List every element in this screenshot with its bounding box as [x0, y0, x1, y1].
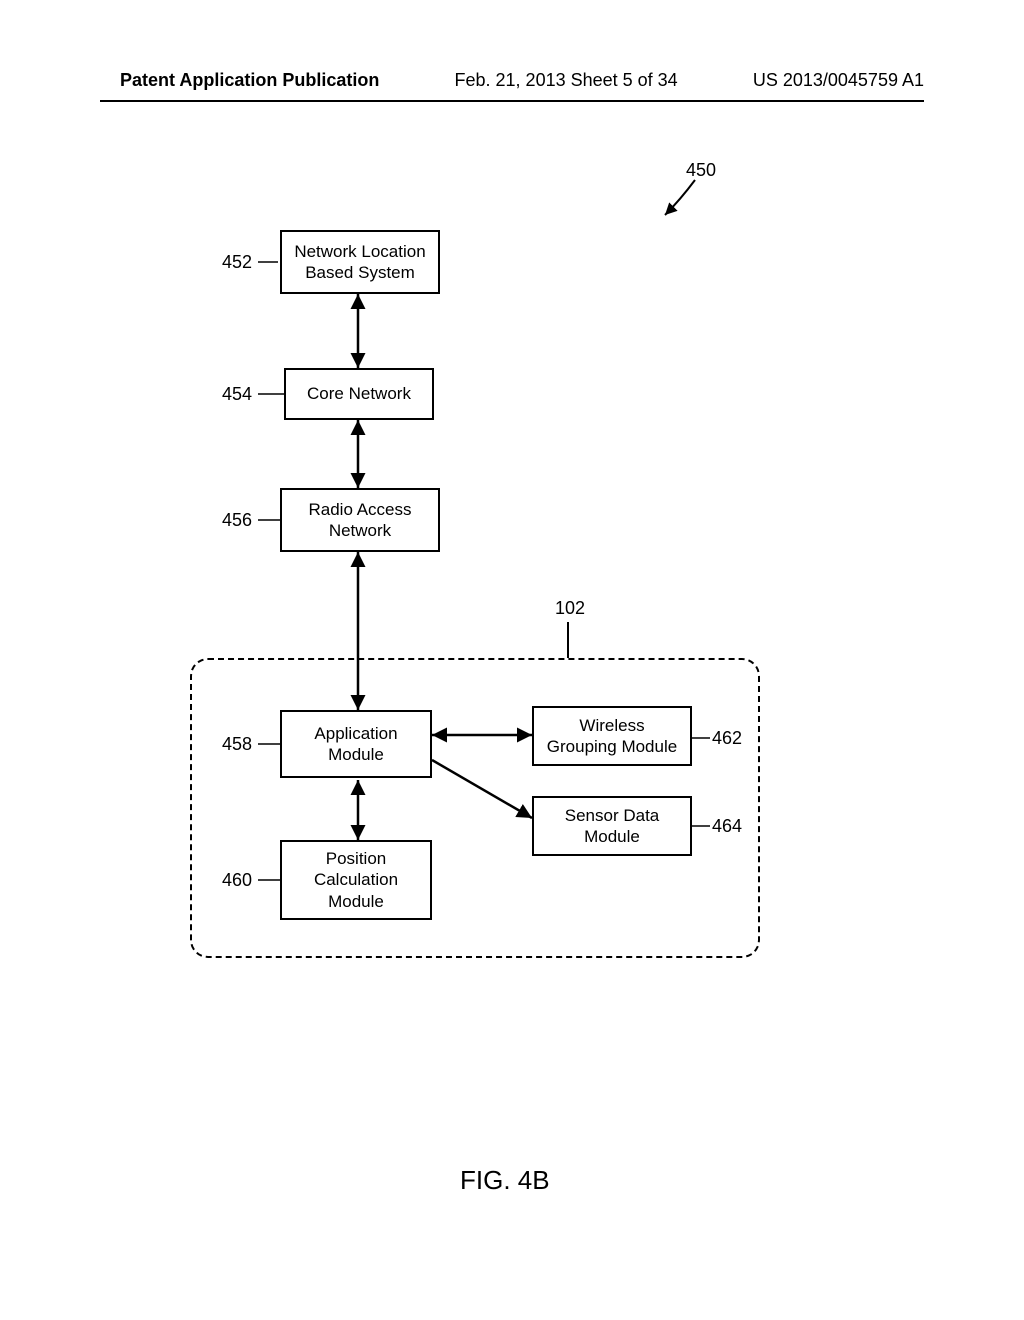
block-ref-458: 458 — [222, 734, 252, 755]
block-sensor-data: Sensor Data Module — [532, 796, 692, 856]
block-text: Radio Access — [309, 499, 412, 520]
block-ref-460: 460 — [222, 870, 252, 891]
block-text: Application — [314, 723, 397, 744]
block-text: Module — [584, 826, 640, 847]
block-text: Core Network — [307, 383, 411, 404]
block-wireless-grouping: Wireless Grouping Module — [532, 706, 692, 766]
header-rule — [100, 100, 924, 102]
block-ref-464: 464 — [712, 816, 742, 837]
block-text: Based System — [305, 262, 415, 283]
diagram-area: 450 — [0, 120, 1024, 1120]
header-center: Feb. 21, 2013 Sheet 5 of 34 — [455, 70, 678, 91]
block-application-module: Application Module — [280, 710, 432, 778]
block-network-location: Network Location Based System — [280, 230, 440, 294]
block-text: Position — [326, 848, 386, 869]
block-text: Module — [328, 891, 384, 912]
block-text: Module — [328, 744, 384, 765]
block-ref-452: 452 — [222, 252, 252, 273]
block-text: Sensor Data — [565, 805, 660, 826]
group-box-label: 102 — [555, 598, 585, 619]
page-header: Patent Application Publication Feb. 21, … — [0, 70, 1024, 99]
block-radio-access: Radio Access Network — [280, 488, 440, 552]
header-left: Patent Application Publication — [120, 70, 379, 91]
header-right: US 2013/0045759 A1 — [753, 70, 924, 91]
block-text: Wireless — [579, 715, 644, 736]
block-text: Grouping Module — [547, 736, 677, 757]
block-ref-454: 454 — [222, 384, 252, 405]
block-ref-456: 456 — [222, 510, 252, 531]
block-text: Calculation — [314, 869, 398, 890]
block-ref-462: 462 — [712, 728, 742, 749]
pointer-arrow-svg — [0, 120, 1024, 1120]
block-text: Network — [329, 520, 391, 541]
figure-caption: FIG. 4B — [460, 1165, 550, 1196]
block-position-calculation: Position Calculation Module — [280, 840, 432, 920]
block-core-network: Core Network — [284, 368, 434, 420]
block-text: Network Location — [294, 241, 425, 262]
